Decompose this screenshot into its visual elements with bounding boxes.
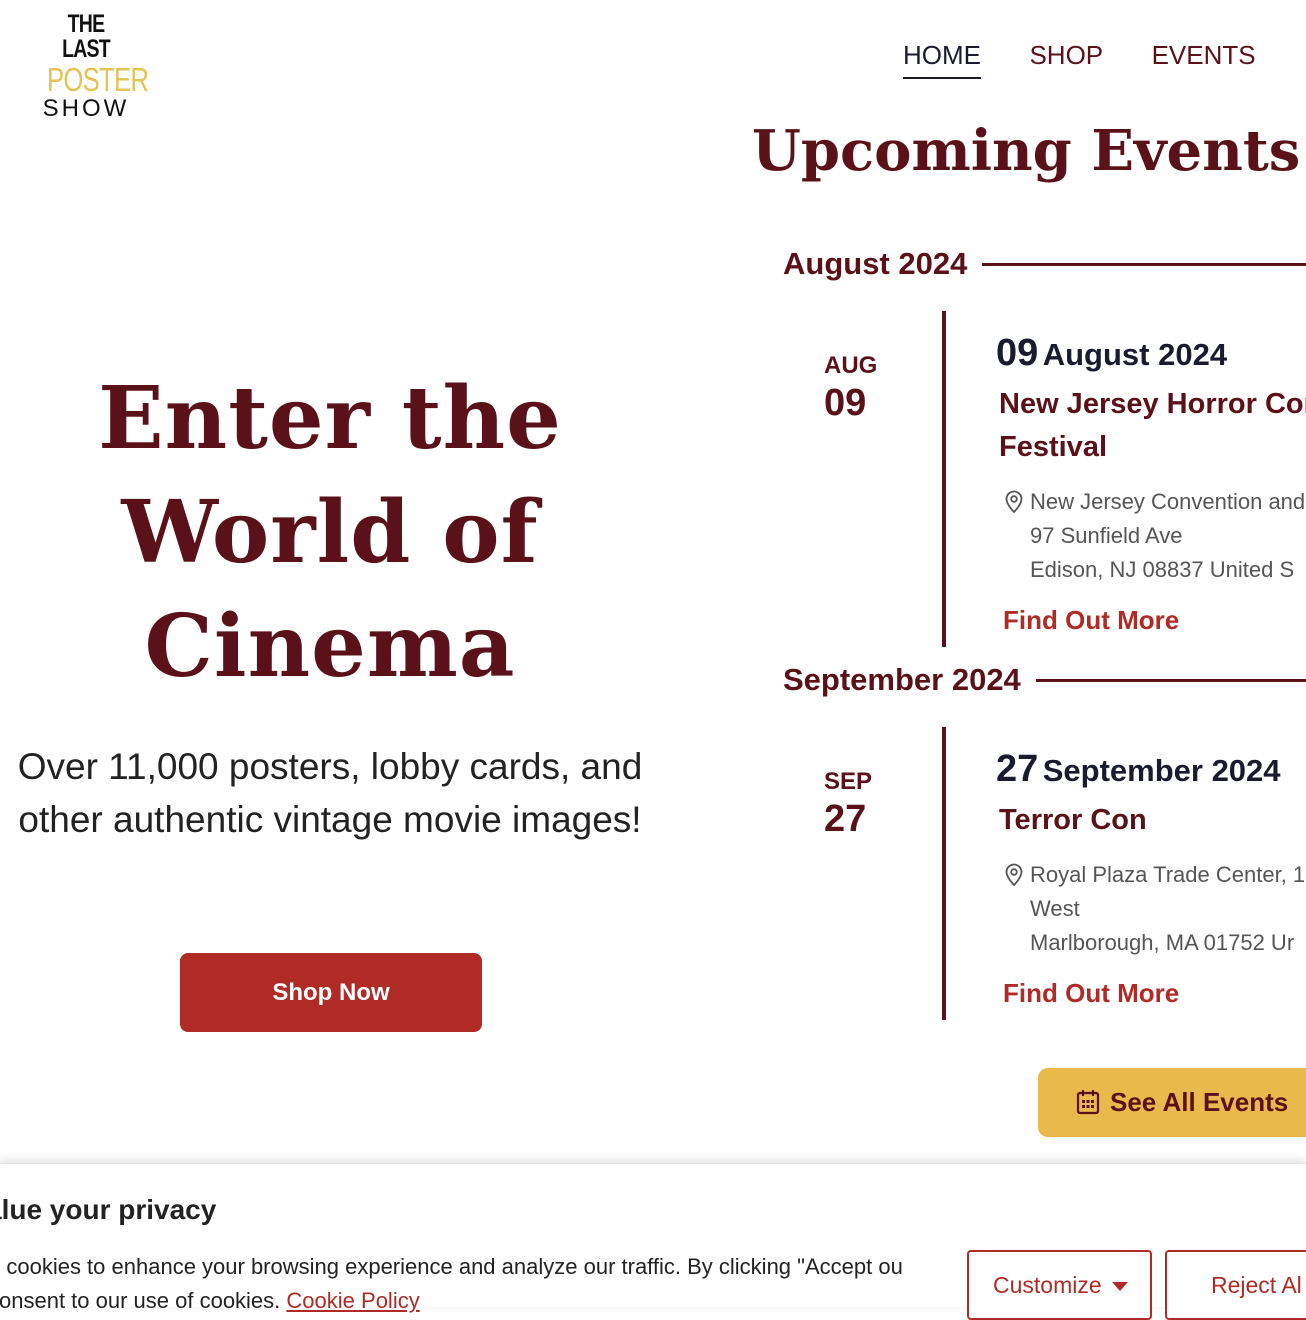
cookie-body: e cookies to enhance your browsing exper… xyxy=(0,1254,903,1313)
cookie-policy-link[interactable]: Cookie Policy xyxy=(286,1288,419,1313)
month-header-august: August 2024 xyxy=(783,244,1306,284)
customize-label: Customize xyxy=(993,1271,1102,1298)
see-all-events-label: See All Events xyxy=(1110,1087,1289,1117)
event-date-rest: September 2024 xyxy=(1042,753,1281,788)
nav-item-events[interactable]: EVENTS xyxy=(1152,40,1256,77)
caret-down-icon xyxy=(1111,1281,1128,1291)
site-logo[interactable]: THE LAST POSTER SHOW xyxy=(36,10,149,121)
address-line-1: New Jersey Convention and xyxy=(1030,489,1306,514)
event-name[interactable]: New Jersey Horror Con Festival xyxy=(999,383,1306,469)
shop-now-button[interactable]: Shop Now xyxy=(180,953,482,1032)
address-line-3: Edison, NJ 08837 United S xyxy=(1030,557,1295,582)
logo-line-2: POSTER xyxy=(47,61,149,98)
timeline-line xyxy=(942,311,946,647)
cookie-banner: alue your privacy e cookies to enhance y… xyxy=(0,1163,1306,1320)
event-date-rest: August 2024 xyxy=(1042,337,1228,372)
location-pin-icon xyxy=(1005,863,1023,887)
badge-day: 27 xyxy=(824,798,867,840)
event-address: Royal Plaza Trade Center, 1 West Marlbor… xyxy=(996,858,1306,960)
see-all-events-button[interactable]: See All Events xyxy=(1038,1068,1306,1137)
logo-line-3: SHOW xyxy=(42,95,130,122)
location-pin-icon xyxy=(1005,490,1023,514)
customize-button[interactable]: Customize xyxy=(967,1250,1152,1320)
hero-title: Enter the World of Cinema xyxy=(0,362,660,704)
event-date: 09 August 2024 xyxy=(996,332,1306,375)
nav-item-home[interactable]: HOME xyxy=(903,40,981,79)
cookie-title: alue your privacy xyxy=(0,1194,217,1225)
badge-month: AUG xyxy=(824,352,878,379)
main-nav: HOME SHOP EVENTS F xyxy=(903,40,1306,79)
event-date-day: 09 xyxy=(996,332,1039,374)
hero-title-line-3: Cinema xyxy=(144,596,516,697)
event-card: 09 August 2024 New Jersey Horror Con Fes… xyxy=(996,332,1306,636)
address-line-2: 97 Sunfield Ave xyxy=(1030,523,1183,548)
event-date-day: 27 xyxy=(996,748,1039,790)
calendar-icon xyxy=(1076,1090,1100,1115)
address-line-1: Royal Plaza Trade Center, 1 xyxy=(1030,862,1306,887)
month-divider xyxy=(982,262,1306,266)
address-line-3: Marlborough, MA 01752 Ur xyxy=(1030,930,1295,955)
cookie-text: e cookies to enhance your browsing exper… xyxy=(0,1250,948,1318)
address-line-2: West xyxy=(1030,896,1080,921)
date-badge: SEP 27 xyxy=(824,768,872,841)
event-name[interactable]: Terror Con xyxy=(999,799,1306,842)
month-label: August 2024 xyxy=(783,246,968,281)
month-label: September 2024 xyxy=(783,662,1021,697)
nav-item-shop[interactable]: SHOP xyxy=(1029,40,1103,77)
hero-title-line-2: World of xyxy=(121,482,539,583)
date-badge: AUG 09 xyxy=(824,352,877,425)
hero-title-line-1: Enter the xyxy=(98,368,562,469)
month-header-september: September 2024 xyxy=(783,660,1306,700)
event-date: 27 September 2024 xyxy=(996,748,1306,791)
badge-month: SEP xyxy=(824,768,873,795)
events-title: Upcoming Events xyxy=(752,118,1301,184)
find-out-more-link[interactable]: Find Out More xyxy=(1003,605,1179,636)
badge-day: 09 xyxy=(824,382,867,424)
find-out-more-link[interactable]: Find Out More xyxy=(1003,978,1179,1009)
reject-all-button[interactable]: Reject Al xyxy=(1165,1250,1306,1320)
event-address: New Jersey Convention and 97 Sunfield Av… xyxy=(996,485,1306,587)
timeline-line xyxy=(942,727,946,1020)
logo-line-1: THE LAST xyxy=(62,10,111,63)
month-divider xyxy=(1035,678,1306,682)
event-card: 27 September 2024 Terror Con Royal Plaza… xyxy=(996,748,1306,1009)
hero-subtitle: Over 11,000 posters, lobby cards, and ot… xyxy=(17,746,643,840)
